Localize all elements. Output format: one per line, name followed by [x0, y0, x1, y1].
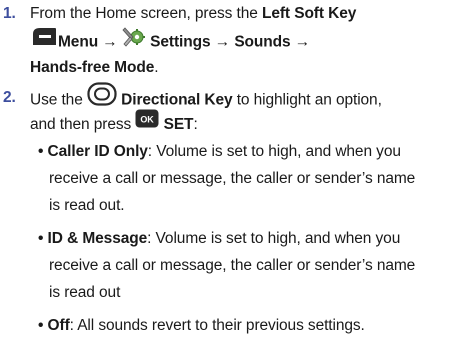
menu-label: Menu [58, 33, 99, 51]
arrow: → [210, 33, 235, 51]
bullet: • [38, 143, 48, 160]
option-line-3: is read out [49, 284, 121, 301]
option-desc: : All sounds revert to their previous se… [69, 317, 365, 334]
option-name: ID & Message [47, 230, 148, 247]
sounds-label: Sounds [234, 33, 291, 51]
bullet: • [38, 230, 48, 247]
step-number: 1. [3, 5, 16, 22]
step-text: Use the [30, 91, 87, 109]
step-2-line-2: and then press OK SET: [30, 109, 198, 139]
left-soft-key-icon [30, 26, 58, 55]
option-name: Off [47, 317, 70, 334]
instruction-page: 1. From the Home screen, press the Left … [0, 0, 465, 360]
option-line-3: is read out. [49, 197, 125, 214]
hands-free-mode-label: Hands-free Mode [30, 59, 155, 76]
option-desc: : Volume is set to high, and when you [147, 230, 401, 247]
option-name: Caller ID Only [47, 143, 148, 160]
ok-key-text: OK [141, 114, 155, 124]
settings-label: Settings [150, 33, 211, 51]
arrow: → [290, 33, 311, 51]
step-1-line-3: Hands-free Mode. [30, 54, 159, 81]
set-label: SET [163, 116, 194, 134]
period: . [154, 59, 159, 76]
step-1-line-1: From the Home screen, press the Left Sof… [30, 0, 356, 27]
option-line-1: • Off: All sounds revert to their previo… [38, 312, 365, 339]
directional-key-label: Directional Key [121, 91, 233, 109]
step-text: to highlight an option, [232, 91, 382, 109]
ok-key-icon: OK [135, 109, 159, 137]
colon: : [193, 116, 198, 134]
option-desc: : Volume is set to high, and when you [147, 143, 401, 160]
option-line-1: • ID & Message: Volume is set to high, a… [38, 225, 400, 252]
arrow: → [98, 33, 122, 51]
left-soft-key-label: Left Soft Key [261, 5, 357, 22]
option-line-2: receive a call or message, the caller or… [49, 170, 416, 187]
option-line-2: receive a call or message, the caller or… [49, 257, 416, 274]
step-text: and then press [30, 116, 136, 134]
step-text: From the Home screen, press the [30, 5, 262, 22]
option-line-1: • Caller ID Only: Volume is set to high,… [38, 138, 401, 165]
step-number: 2. [3, 89, 16, 106]
settings-icon [122, 25, 146, 56]
bullet: • [38, 317, 48, 334]
